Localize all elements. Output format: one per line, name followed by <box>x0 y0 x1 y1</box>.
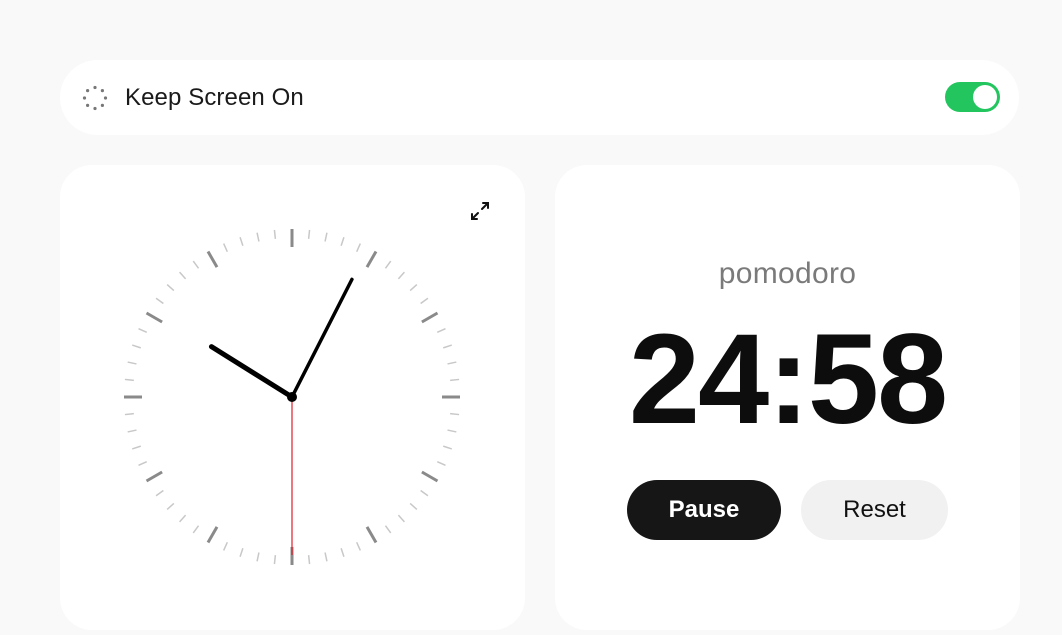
clock-minute-tick <box>324 552 328 562</box>
pomodoro-timer-card: pomodoro 24:58 Pause Reset <box>555 165 1020 630</box>
clock-hour-tick <box>365 526 378 544</box>
hour-hand <box>208 344 295 400</box>
clock-minute-tick <box>409 284 418 292</box>
pause-button[interactable]: Pause <box>627 480 781 540</box>
clock-minute-tick <box>447 361 457 365</box>
clock-minute-tick <box>384 525 392 534</box>
clock-minute-tick <box>420 489 429 497</box>
clock-minute-tick <box>131 344 142 349</box>
clock-minute-tick <box>447 429 457 433</box>
reset-button[interactable]: Reset <box>801 480 948 540</box>
clock-minute-tick <box>127 361 137 365</box>
clock-minute-tick <box>307 555 311 565</box>
clock-minute-tick <box>138 460 148 467</box>
clock-minute-tick <box>222 243 229 253</box>
clock-minute-tick <box>355 541 362 551</box>
clock-minute-tick <box>273 555 277 565</box>
clock-minute-tick <box>124 378 134 382</box>
clock-minute-tick <box>256 232 260 242</box>
clock-minute-tick <box>384 260 392 269</box>
clock-minute-tick <box>179 271 187 280</box>
clock-minute-tick <box>124 412 134 416</box>
clock-minute-tick <box>127 429 137 433</box>
clock-minute-tick <box>436 327 446 334</box>
clock-minute-tick <box>192 525 200 534</box>
clock-minute-tick <box>155 489 164 497</box>
expand-icon <box>471 202 489 220</box>
analog-clock <box>124 229 460 565</box>
clock-minute-tick <box>166 502 175 510</box>
clock-hour-tick <box>365 250 378 268</box>
clock-minute-tick <box>256 552 260 562</box>
clock-minute-tick <box>307 229 311 239</box>
clock-minute-tick <box>192 260 200 269</box>
clock-center-dot <box>287 392 297 402</box>
clock-hour-tick <box>206 250 219 268</box>
clock-minute-tick <box>239 547 244 558</box>
keep-screen-on-bar: Keep Screen On <box>60 60 1019 135</box>
clock-minute-tick <box>450 412 460 416</box>
clock-minute-tick <box>166 284 175 292</box>
analog-clock-card <box>60 165 525 630</box>
clock-minute-tick <box>179 514 187 523</box>
clock-minute-tick <box>397 271 405 280</box>
clock-minute-tick <box>436 460 446 467</box>
clock-hour-tick <box>145 311 163 324</box>
clock-minute-tick <box>324 232 328 242</box>
timer-countdown: 24:58 <box>628 308 948 451</box>
keep-screen-on-toggle[interactable] <box>945 82 1000 112</box>
minute-hand <box>290 277 354 399</box>
clock-minute-tick <box>239 236 244 247</box>
clock-hour-tick <box>421 470 439 483</box>
clock-minute-tick <box>442 445 453 450</box>
clock-minute-tick <box>450 378 460 382</box>
clock-minute-tick <box>397 514 405 523</box>
clock-minute-tick <box>442 344 453 349</box>
clock-hour-tick <box>206 526 219 544</box>
clock-minute-tick <box>340 236 345 247</box>
keep-screen-on-label: Keep Screen On <box>125 84 304 111</box>
clock-minute-tick <box>409 502 418 510</box>
clock-minute-tick <box>355 243 362 253</box>
clock-minute-tick <box>420 297 429 305</box>
clock-minute-tick <box>138 327 148 334</box>
timer-mode-label: pomodoro <box>718 257 857 290</box>
loading-spinner-icon <box>82 85 108 111</box>
toggle-knob <box>973 85 997 109</box>
clock-minute-tick <box>340 547 345 558</box>
fullscreen-expand-button[interactable] <box>468 199 492 223</box>
clock-minute-tick <box>222 541 229 551</box>
clock-hour-tick <box>421 311 439 324</box>
clock-minute-tick <box>155 297 164 305</box>
clock-hour-tick <box>145 470 163 483</box>
clock-minute-tick <box>131 445 142 450</box>
clock-minute-tick <box>273 229 277 239</box>
